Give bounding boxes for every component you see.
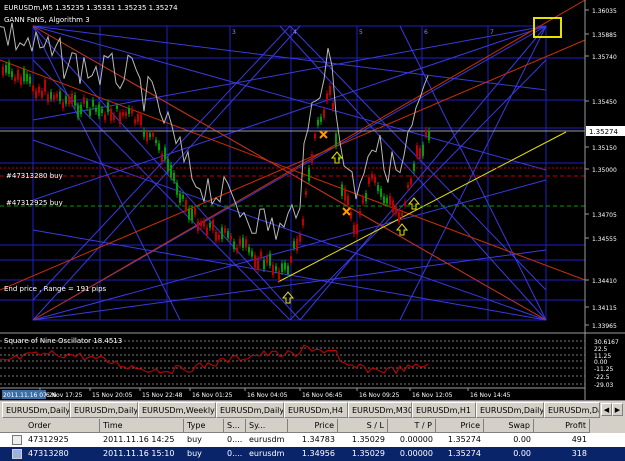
col-swap[interactable]: Swap bbox=[484, 419, 534, 433]
order-id: 47313280 bbox=[28, 449, 69, 458]
tab-chart-5[interactable]: EURUSDm,H4 bbox=[284, 402, 348, 418]
order-current-price: 1.35274 bbox=[447, 449, 481, 458]
order-size: 0.... bbox=[227, 435, 243, 444]
price-tick-label: 1.35150 bbox=[592, 145, 617, 152]
chart-tabs: EURUSDm,Daily EURUSDm,Daily EURUSDm,Week… bbox=[0, 400, 625, 419]
price-tick-label: 1.33965 bbox=[592, 323, 617, 330]
oscillator-level-label: 22.5 bbox=[594, 346, 608, 353]
triangle-right-icon[interactable]: ▶ bbox=[612, 403, 623, 416]
top-number-label: 6 bbox=[424, 29, 428, 36]
price-tick-label: 1.35740 bbox=[592, 54, 617, 61]
oscillator-level-label: 0.00 bbox=[594, 359, 608, 366]
order-type: buy bbox=[187, 449, 202, 458]
current-price-label: 1.35274 bbox=[589, 128, 618, 136]
table-header: Order Time Type S... Sy... Price S / L T… bbox=[0, 419, 625, 433]
price-tick-label: 1.34705 bbox=[592, 212, 617, 219]
order-sl: 1.35029 bbox=[351, 449, 385, 458]
top-number-label: 5 bbox=[359, 29, 363, 36]
price-tick-label: 1.34115 bbox=[592, 305, 617, 312]
oscillator-level-label: -11.25 bbox=[594, 366, 614, 373]
price-axis: 1.36035 1.35885 1.35740 1.35450 1.35150 1.350… bbox=[585, 8, 617, 330]
price-chart[interactable]: 1.36035 1.35885 1.35740 1.35450 1.35150 1.350… bbox=[0, 0, 625, 400]
order-swap: 0.00 bbox=[513, 449, 531, 458]
indicator-name: GANN FaNS, Algorithm 3 bbox=[4, 16, 90, 24]
oscillator-line bbox=[0, 344, 429, 375]
price-tick-label: 1.35450 bbox=[592, 99, 617, 106]
order-time: 2011.11.16 14:25 bbox=[103, 435, 175, 444]
tab-chart-6[interactable]: EURUSDm,M30 bbox=[348, 402, 412, 418]
oscillator-level-label: -22.5 bbox=[594, 374, 610, 381]
order-price: 1.34783 bbox=[301, 435, 335, 444]
order-label-1: #47313280 buy bbox=[6, 172, 63, 180]
time-tick-label: 15 Nov 20:05 bbox=[92, 392, 133, 399]
order-symbol: eurusdm bbox=[249, 435, 285, 444]
time-axis: 16 Nov 17:25 15 Nov 20:05 15 Nov 22:48 16 N… bbox=[39, 388, 511, 399]
col-type[interactable]: Type bbox=[184, 419, 224, 433]
order-profit: 491 bbox=[571, 435, 587, 444]
oscillator-level-label: 30.6167 bbox=[594, 339, 619, 346]
order-label-2: #47312925 buy bbox=[6, 199, 63, 207]
order-profit: 318 bbox=[571, 449, 587, 458]
top-number-label: 7 bbox=[490, 29, 494, 36]
table-row[interactable]: 47312925 2011.11.16 14:25 buy 0.... euru… bbox=[0, 433, 625, 447]
order-tp: 0.00000 bbox=[399, 435, 433, 444]
tab-chart-3[interactable]: EURUSDm,Weekly bbox=[138, 402, 216, 418]
price-tick-label: 1.35885 bbox=[592, 32, 617, 39]
order-sl: 1.35029 bbox=[351, 435, 385, 444]
triangle-left-icon[interactable]: ◀ bbox=[601, 403, 612, 416]
top-number-label: 4 bbox=[293, 29, 297, 36]
col-time[interactable]: Time bbox=[100, 419, 184, 433]
price-tick-label: 1.34410 bbox=[592, 278, 617, 285]
date-marker: 2011.11.16 07:26 bbox=[3, 392, 57, 399]
order-tp: 0.00000 bbox=[399, 449, 433, 458]
order-type: buy bbox=[187, 435, 202, 444]
col-symbol[interactable]: Sy... bbox=[246, 419, 288, 433]
col-price[interactable]: Price bbox=[288, 419, 338, 433]
top-number-label: 3 bbox=[232, 29, 236, 36]
col-order[interactable]: Order bbox=[0, 419, 100, 433]
order-id: 47312925 bbox=[28, 435, 69, 444]
oscillator-title: Square of Nine Oscillator 18.4513 bbox=[4, 337, 122, 345]
tab-chart-7[interactable]: EURUSDm,H1 bbox=[412, 402, 476, 418]
time-tick-label: 15 Nov 22:48 bbox=[142, 392, 183, 399]
oscillator-level-label: -29.03 bbox=[594, 382, 614, 389]
end-price-label: End price , Range = 191 pips bbox=[4, 285, 107, 293]
time-tick-label: 16 Nov 09:25 bbox=[359, 392, 400, 399]
col-tp[interactable]: T / P bbox=[388, 419, 436, 433]
tab-chart-4[interactable]: EURUSDm,Daily bbox=[216, 402, 284, 418]
time-tick-label: 16 Nov 01:25 bbox=[192, 392, 233, 399]
time-tick-label: 16 Nov 12:05 bbox=[412, 392, 453, 399]
order-time: 2011.11.16 15:10 bbox=[103, 449, 175, 458]
gann-red-lines bbox=[0, 0, 586, 321]
tab-chart-9[interactable]: EURUSDm,Daily bbox=[544, 402, 600, 418]
col-current-price[interactable]: Price bbox=[436, 419, 484, 433]
price-tick-label: 1.36035 bbox=[592, 8, 617, 15]
top-numbers: 3 4 5 6 7 bbox=[232, 29, 494, 36]
order-size: 0.... bbox=[227, 449, 243, 458]
chart-header: EURUSDm,M5 1.35235 1.35331 1.35235 1.352… bbox=[4, 4, 178, 12]
order-swap: 0.00 bbox=[513, 435, 531, 444]
order-price: 1.34956 bbox=[301, 449, 335, 458]
orders-table: Order Time Type S... Sy... Price S / L T… bbox=[0, 419, 625, 461]
order-current-price: 1.35274 bbox=[447, 435, 481, 444]
price-tick-label: 1.34555 bbox=[592, 236, 617, 243]
price-tick-label: 1.35000 bbox=[592, 167, 617, 174]
order-symbol: eurusdm bbox=[249, 449, 285, 458]
time-tick-label: 16 Nov 06:45 bbox=[302, 392, 343, 399]
time-tick-label: 16 Nov 14:45 bbox=[470, 392, 511, 399]
table-row[interactable]: 47313280 2011.11.16 15:10 buy 0.... euru… bbox=[0, 447, 625, 461]
time-tick-label: 16 Nov 04:05 bbox=[247, 392, 288, 399]
tab-chart-8[interactable]: EURUSDm,Daily bbox=[476, 402, 544, 418]
tab-chart-1[interactable]: EURUSDm,Daily bbox=[2, 402, 70, 418]
tab-chart-2[interactable]: EURUSDm,Daily bbox=[70, 402, 138, 418]
col-sl[interactable]: S / L bbox=[338, 419, 388, 433]
col-profit[interactable]: Profit bbox=[534, 419, 590, 433]
col-size[interactable]: S... bbox=[224, 419, 246, 433]
oscillator-levels: 30.616722.511.250.00-11.25-22.5-29.03 bbox=[0, 339, 619, 389]
